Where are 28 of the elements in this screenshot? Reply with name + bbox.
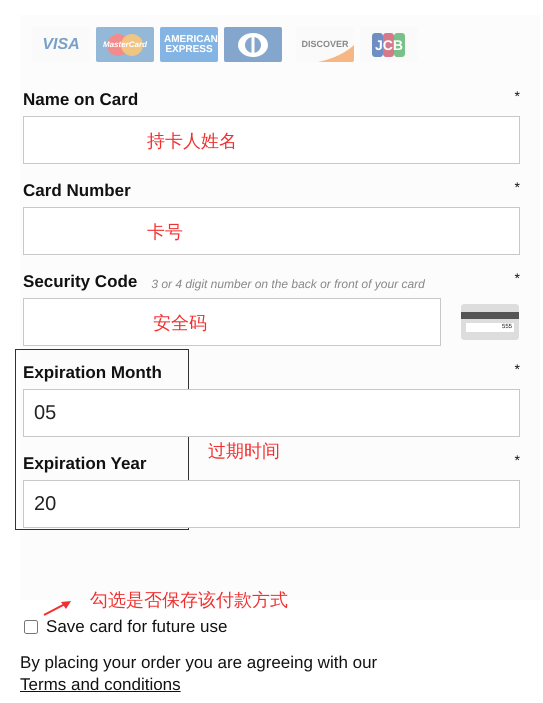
required-mark: *: [514, 179, 520, 195]
save-card-checkbox[interactable]: [24, 620, 38, 634]
input-field[interactable]: 05: [23, 389, 520, 437]
amex-logo: AMERICAN EXPRESS: [160, 27, 218, 62]
annotation-text: 卡号: [147, 221, 183, 244]
input-field[interactable]: 20: [23, 480, 520, 528]
field-label: Expiration Year: [23, 454, 146, 474]
field-label: Expiration Month: [23, 363, 162, 383]
annotation-text: 安全码: [153, 312, 207, 335]
required-mark: *: [514, 361, 520, 377]
terms-link[interactable]: Terms and conditions: [20, 675, 181, 694]
annotation-arrow: [43, 599, 73, 617]
annotation-text: 持卡人姓名: [147, 130, 237, 153]
terms-text: By placing your order you are agreeing with our Terms and conditions: [20, 652, 378, 696]
diners-logo: [224, 27, 282, 62]
input-field[interactable]: [23, 207, 520, 255]
required-mark: *: [514, 88, 520, 104]
input-field[interactable]: [23, 116, 520, 164]
field-label: Name on Card: [23, 90, 138, 110]
input-field[interactable]: [23, 298, 441, 346]
field-hint: 3 or 4 digit number on the back or front of your card: [151, 277, 425, 291]
checkbox-label: Save card for future use: [46, 617, 228, 637]
field-label: Card Number: [23, 181, 131, 201]
required-mark: *: [514, 270, 520, 286]
annotation-text: 勾选是否保存该付款方式: [90, 589, 288, 612]
annotation-text: 过期时间: [208, 440, 280, 463]
required-mark: *: [514, 452, 520, 468]
field-label: Security Code: [23, 272, 138, 292]
